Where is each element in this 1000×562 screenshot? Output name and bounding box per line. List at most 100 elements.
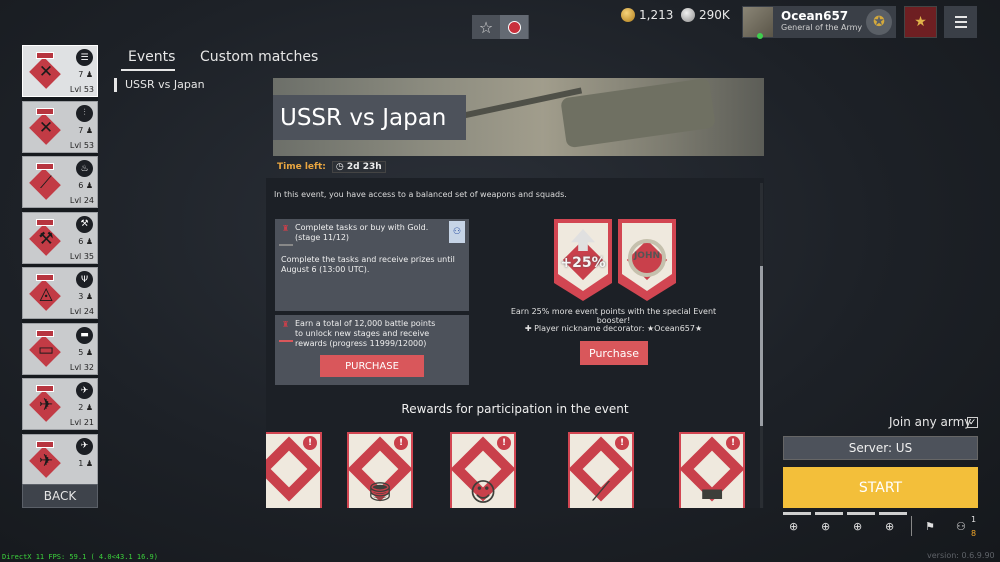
squad-weapon-icon: ✈ [38,450,54,471]
decorator-label: JOHN [633,251,661,261]
record-button[interactable] [500,15,528,39]
squad-emblem: ◬ [28,274,62,312]
soldier-portrait-icon: ☺ [469,478,497,508]
time-left-label: Time left: [277,162,326,172]
divider [911,516,912,536]
gold-coin-icon [621,8,635,22]
star-icon[interactable]: ☆ [472,15,500,39]
squad-emblem: ✈ [28,385,62,423]
squad-level: Lvl 24 [69,307,94,316]
squad-list[interactable]: ✕ ☰ 7 ♟ Lvl 53 ✕ ⫶ 7 ♟ Lvl 53 ⟋ ♨ 6 ♟ Lvl 24 ⚒ ⚒ 6 ♟ Lv… [22,45,98,486]
time-left-value: ◷ 2d 23h [331,161,386,173]
squad-emblem: ✈ [28,440,62,479]
squad-level: Lvl 32 [69,362,94,372]
tab-events[interactable]: Events [128,49,175,65]
alert-icon: ! [303,436,317,450]
squad-level: Lvl 53 [69,85,94,94]
event-description: In this event, you have access to a bala… [274,190,567,199]
purchase-button[interactable]: Purchase [580,341,648,365]
squad-card[interactable]: ▭ ▬ 5 ♟ Lvl 32 [22,322,98,375]
squad-card[interactable]: ◬ Ψ 3 ♟ Lvl 24 [22,267,98,319]
squad-weapon-icon: ◬ [39,284,53,304]
squad-type-icon: ♨ [76,160,93,177]
mode-switch[interactable]: ☆ [472,15,529,39]
squad-emblem: ✕ [28,107,62,146]
tank-icon: ▬ [699,478,725,508]
reward-card[interactable]: ! ▬ [679,432,745,508]
reward-card[interactable]: ! ☺ [450,432,516,508]
alert-icon: ! [615,436,629,450]
gold-balance[interactable]: 1,213 [621,6,673,24]
squad-card[interactable]: ✈ ✈ 2 ♟ Lvl 21 [22,378,98,430]
squad-card[interactable]: ✕ ⫶ 7 ♟ Lvl 53 [22,100,98,153]
booster-description: Earn 25% more event points with the spec… [510,307,717,325]
squad-slots [783,512,978,516]
tab-custom-matches[interactable]: Custom matches [200,49,318,65]
squad-member-count: 5 ♟ [78,347,93,357]
add-player-icon[interactable]: ⊕ [853,520,862,533]
nickname-decorator[interactable]: JOHN [618,219,676,301]
squad-level: Lvl 35 [69,251,94,261]
squad-type-icon: ⚒ [76,215,93,233]
menu-button[interactable] [944,6,977,38]
event-title: USSR vs Japan [273,95,466,140]
add-player-icon[interactable]: ⊕ [789,520,798,533]
squad-level: Lvl 21 [69,418,94,427]
squad-member-count: 1 ♟ [78,458,93,468]
event-list-item[interactable]: USSR vs Japan [114,78,205,92]
silver-coin-icon [681,8,695,22]
add-player-icon[interactable]: ⊕ [885,520,894,533]
squad-weapon-icon: ✈ [38,395,54,415]
tank-illustration [560,78,716,149]
event-booster[interactable]: +25% [554,219,612,301]
squad-type-icon: Ψ [76,271,93,288]
squad-member-count: 6 ♟ [78,236,93,246]
army-emblem-icon[interactable]: ★ [904,6,937,38]
silver-balance[interactable]: 290K [681,6,730,24]
online-indicator-icon [757,33,763,39]
squad-card[interactable]: ✈ ✈ 1 ♟ [22,433,98,486]
battle-points-card[interactable]: ♜ Earn a total of 12,000 battle points t… [275,315,469,385]
rifle-icon: ⟋ [591,477,611,507]
profile-rank: General of the Army [781,23,863,32]
task-title: Complete tasks or buy with Gold. (stage … [295,223,429,242]
rank-badge-icon: ✪ [866,9,892,35]
squad-weapon-icon: ⚒ [38,228,54,249]
reward-card[interactable]: ! ⟋ [568,432,634,508]
squad-card[interactable]: ⟋ ♨ 6 ♟ Lvl 24 [22,156,98,208]
event-content[interactable]: In this event, you have access to a bala… [266,178,764,508]
scrollbar-thumb[interactable] [760,266,763,426]
task-card[interactable]: ♜ Complete tasks or buy with Gold. (stag… [275,219,469,311]
party-icon[interactable]: ⚇ [956,520,966,533]
squad-type-icon: ⫶ [76,104,93,122]
alert-icon: ! [726,436,740,450]
squad-type-icon: ✈ [76,382,93,399]
ribbon-icon: ⚇ [449,221,465,243]
tab-active-underline [121,69,175,71]
squad-weapon-icon: ⟋ [40,173,52,193]
join-any-army-checkbox[interactable]: ✓ [967,417,978,428]
squad-member-count: 3 ♟ [78,292,93,301]
profile-card[interactable]: Ocean657 General of the Army ✪ [742,6,896,39]
add-player-icon[interactable]: ⊕ [821,520,830,533]
squad-member-count: 2 ♟ [78,403,93,412]
reward-card[interactable]: ! ⛃ [347,432,413,508]
record-icon [507,20,521,34]
alert-icon: ! [497,436,511,450]
back-button[interactable]: BACK [22,484,98,508]
alert-icon: ! [394,436,408,450]
rewards-title: Rewards for participation in the event [401,402,629,416]
reward-card[interactable]: ! [266,432,322,508]
squad-emblem: ⟋ [28,163,62,201]
server-button[interactable]: Server: US [783,436,978,460]
invite-count: 8 [971,529,977,538]
start-button[interactable]: START [783,467,978,508]
squad-type-icon: ☰ [76,49,93,66]
squad-card[interactable]: ✕ ☰ 7 ♟ Lvl 53 [22,45,98,97]
task-flag-icon: ♜ [279,224,293,246]
squad-weapon-icon: ✕ [38,62,54,82]
squad-card[interactable]: ⚒ ⚒ 6 ♟ Lvl 35 [22,211,98,264]
purchase-wide-button[interactable]: PURCHASE [320,355,424,377]
flag-icon[interactable]: ⚑ [925,520,935,533]
squad-weapon-icon: ✕ [38,117,54,138]
